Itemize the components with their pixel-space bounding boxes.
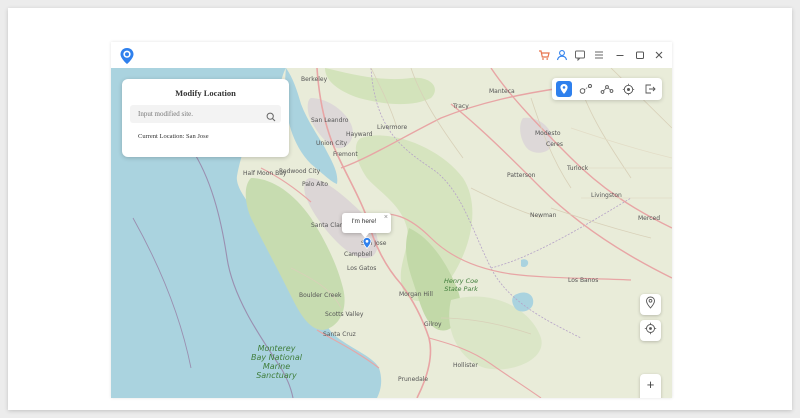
multi-spot-mode-icon[interactable]	[599, 81, 615, 97]
minimize-icon[interactable]	[612, 47, 628, 63]
panel-title: Modify Location	[175, 88, 236, 98]
place-label: Turlock	[567, 165, 589, 172]
place-label: Manteca	[489, 88, 515, 95]
current-location-text: Current Location: San Jose	[138, 133, 209, 140]
place-label: Half Moon Bay	[243, 170, 287, 177]
location-tooltip: I'm here! ×	[342, 213, 391, 238]
tooltip-close-button[interactable]: ×	[384, 214, 388, 221]
place-label: Scotts Valley	[325, 311, 364, 318]
title-bar	[111, 42, 672, 68]
two-spot-mode-icon[interactable]	[578, 81, 594, 97]
place-label: Morgan Hill	[399, 291, 433, 298]
place-label: Newman	[530, 212, 557, 219]
place-label: Patterson	[507, 172, 536, 179]
message-icon[interactable]	[572, 47, 588, 63]
place-label: Ceres	[546, 141, 564, 148]
location-pin-logo-icon	[119, 47, 135, 65]
recenter-button[interactable]	[640, 320, 661, 341]
place-label: Livingston	[591, 192, 622, 199]
place-label: Merced	[638, 215, 661, 222]
place-label: Santa Cruz	[323, 331, 356, 338]
park-label: Henry Coe State Park	[444, 277, 479, 293]
place-label: Los Banos	[568, 277, 599, 284]
place-label: Union City	[316, 140, 348, 147]
place-label: Prunedale	[398, 376, 429, 383]
place-label: Palo Alto	[302, 181, 329, 188]
zoom-out-button[interactable]: −	[640, 396, 661, 398]
search-icon[interactable]	[266, 109, 276, 122]
screenshot-frame: Berkeley Hayward San Leandro Livermore Union…	[8, 8, 792, 410]
user-icon[interactable]	[554, 47, 570, 63]
tooltip-text: I'm here!	[351, 218, 377, 225]
modify-location-panel: Modify Location Current Location: San Jo…	[122, 79, 289, 157]
search-input[interactable]	[130, 105, 260, 123]
place-label: San Leandro	[311, 117, 349, 124]
place-label: Hayward	[346, 131, 373, 138]
place-label: Livermore	[377, 124, 408, 131]
place-label: Tracy	[453, 103, 469, 110]
maximize-icon[interactable]	[632, 47, 648, 63]
close-icon[interactable]	[651, 47, 667, 63]
search-box	[130, 105, 281, 123]
zoom-in-button[interactable]: +	[640, 374, 661, 395]
place-label: Campbell	[344, 251, 373, 258]
map-pin-icon	[645, 296, 656, 314]
place-label: Gilroy	[424, 321, 442, 328]
place-label: Boulder Creek	[299, 292, 342, 299]
place-label: Los Gatos	[347, 265, 377, 272]
app-window: Berkeley Hayward San Leandro Livermore Union…	[111, 42, 672, 398]
place-label: Santa Clara	[311, 222, 346, 229]
cart-icon[interactable]	[536, 47, 552, 63]
place-label: Hollister	[453, 362, 478, 369]
place-label: Modesto	[535, 130, 561, 137]
exit-mode-icon[interactable]	[642, 81, 658, 97]
map-pin-button[interactable]	[640, 294, 661, 315]
teleport-mode-icon[interactable]	[556, 81, 572, 97]
recenter-icon	[644, 322, 657, 340]
mode-toolbar	[552, 78, 662, 100]
place-label: Fremont	[333, 151, 358, 158]
joystick-mode-icon[interactable]	[620, 81, 636, 97]
park-label: Monterey Bay National Marine Sanctuary	[251, 344, 303, 380]
menu-icon[interactable]	[591, 47, 607, 63]
place-label: Berkeley	[301, 76, 328, 83]
current-location-pin-icon[interactable]	[362, 236, 372, 250]
map-view[interactable]: Berkeley Hayward San Leandro Livermore Union…	[111, 68, 672, 398]
zoom-controls: + −	[640, 374, 661, 398]
